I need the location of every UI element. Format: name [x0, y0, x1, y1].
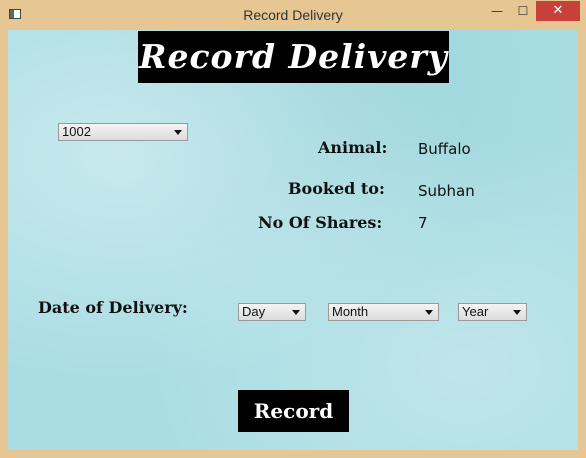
booking-id-value: 1002 — [62, 124, 91, 139]
delivery-date-label: Date of Delivery: — [38, 298, 188, 317]
booking-id-dropdown[interactable]: 1002 — [58, 123, 188, 141]
booked-to-value: Subhan — [418, 182, 475, 200]
day-value: Day — [242, 304, 266, 319]
day-dropdown[interactable]: Day — [238, 303, 306, 321]
record-button[interactable]: Record — [238, 390, 349, 432]
page-title: Record Delivery — [138, 31, 449, 83]
booked-to-label: Booked to: — [288, 179, 385, 198]
chevron-down-icon — [513, 310, 521, 315]
maximize-button[interactable]: ☐ — [510, 1, 536, 21]
shares-label: No Of Shares: — [258, 213, 383, 232]
month-value: Month — [332, 304, 369, 319]
animal-label: Animal: — [318, 138, 388, 157]
animal-value: Buffalo — [418, 140, 471, 158]
title-bar[interactable]: Record Delivery — ☐ ✕ — [0, 0, 586, 30]
chevron-down-icon — [174, 130, 182, 135]
minimize-button[interactable]: — — [484, 1, 510, 21]
shares-value: 7 — [418, 214, 428, 232]
close-button[interactable]: ✕ — [536, 1, 580, 21]
month-dropdown[interactable]: Month — [328, 303, 439, 321]
app-window: Record Delivery — ☐ ✕ Record Delivery 10… — [0, 0, 586, 458]
year-value: Year — [462, 304, 489, 319]
year-dropdown[interactable]: Year — [458, 303, 527, 321]
chevron-down-icon — [425, 310, 433, 315]
form-panel: Record Delivery 1002 Animal: Buffalo Boo… — [8, 30, 578, 450]
chevron-down-icon — [292, 310, 300, 315]
